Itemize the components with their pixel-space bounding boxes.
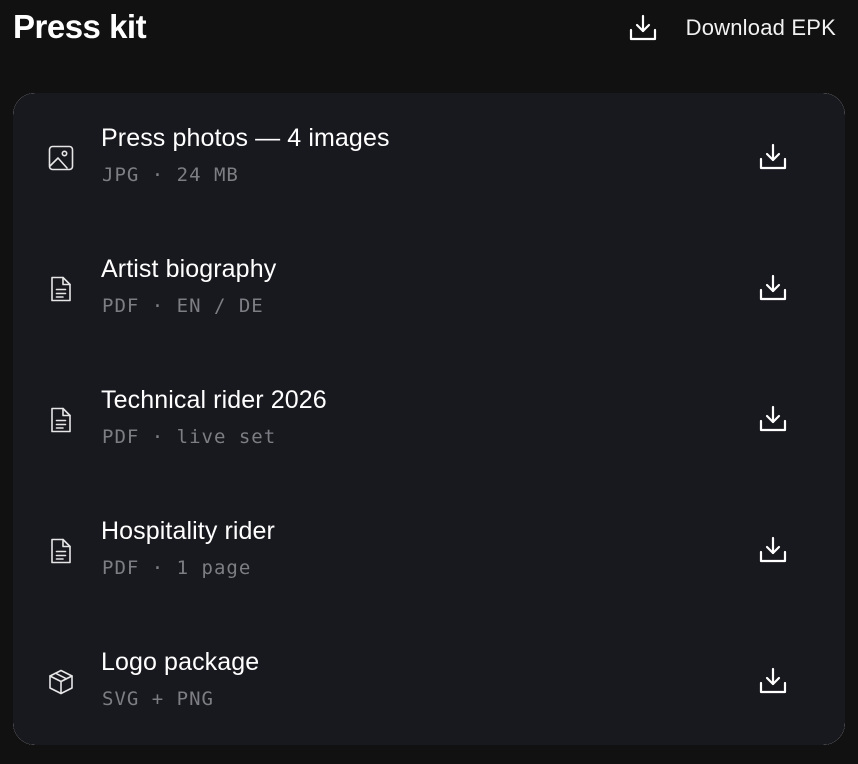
download-epk-button[interactable]: Download EPK <box>628 8 836 48</box>
item-meta: PDF · 1 page <box>102 557 252 579</box>
item-meta: PDF · live set <box>102 426 277 448</box>
press-kit-page: Press kit Download EPK Press photos — 4 … <box>0 0 858 764</box>
download-item-button[interactable] <box>756 402 790 436</box>
item-name: Press photos — 4 images <box>101 124 390 152</box>
press-kit-list: Press photos — 4 images JPG · 24 MB Arti… <box>13 93 845 745</box>
item-meta: SVG + PNG <box>102 688 214 710</box>
list-item-logo-package[interactable]: Logo package SVG + PNG <box>13 617 845 745</box>
page-title: Press kit <box>13 8 147 45</box>
document-icon <box>46 536 76 566</box>
item-meta: PDF · EN / DE <box>102 295 264 317</box>
download-icon <box>628 13 658 43</box>
download-item-button[interactable] <box>756 271 790 305</box>
download-item-button[interactable] <box>756 664 790 698</box>
download-epk-label: Download EPK <box>685 15 836 40</box>
item-meta: JPG · 24 MB <box>102 164 239 186</box>
item-name: Technical rider 2026 <box>101 386 327 414</box>
list-item-hospitality-rider[interactable]: Hospitality rider PDF · 1 page <box>13 486 845 617</box>
item-name: Hospitality rider <box>101 517 275 545</box>
item-name: Artist biography <box>101 255 277 283</box>
list-item-artist-biography[interactable]: Artist biography PDF · EN / DE <box>13 224 845 355</box>
list-item-press-photos[interactable]: Press photos — 4 images JPG · 24 MB <box>13 93 845 224</box>
document-icon <box>46 405 76 435</box>
image-icon <box>46 143 76 173</box>
download-item-button[interactable] <box>756 533 790 567</box>
header: Press kit Download EPK <box>0 0 858 60</box>
package-icon <box>46 667 76 697</box>
download-item-button[interactable] <box>756 140 790 174</box>
item-name: Logo package <box>101 648 260 676</box>
list-item-technical-rider[interactable]: Technical rider 2026 PDF · live set <box>13 355 845 486</box>
document-icon <box>46 274 76 304</box>
